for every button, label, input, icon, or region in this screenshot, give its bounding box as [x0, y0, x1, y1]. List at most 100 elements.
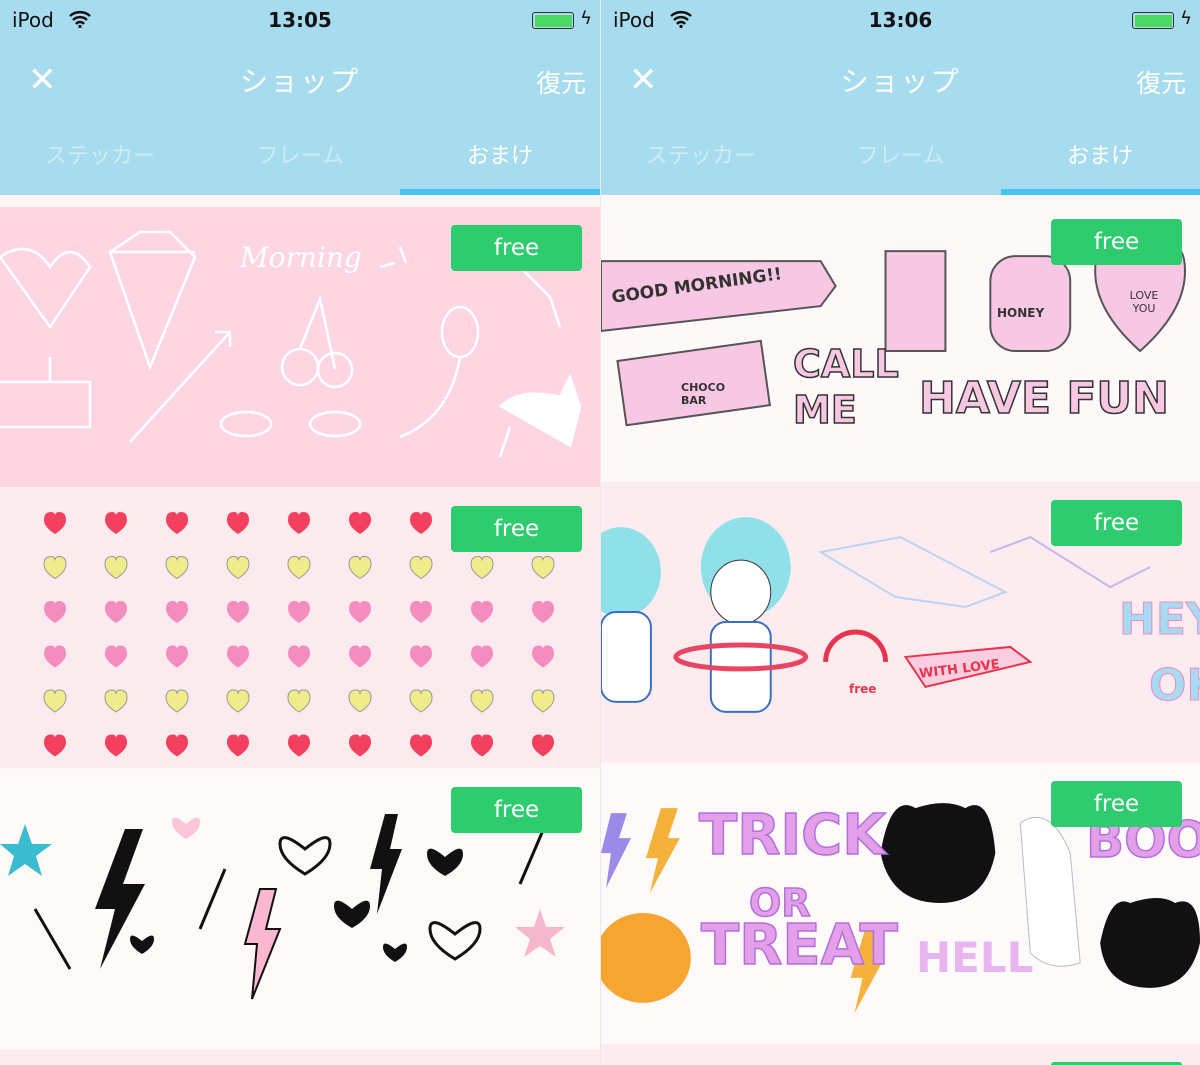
heart-mark	[226, 555, 250, 580]
tab-extras[interactable]: おまけ	[1000, 138, 1200, 170]
art-text: TRICK	[698, 802, 886, 869]
tab-indicator	[1000, 189, 1200, 195]
clock: 13:06	[868, 8, 933, 32]
restore-button[interactable]: 復元	[1136, 64, 1186, 100]
banner-bolts[interactable]: free	[0, 769, 600, 1049]
heart-mark	[409, 555, 433, 580]
tab-frames[interactable]: フレーム	[200, 138, 400, 170]
heart-mark	[44, 734, 66, 757]
free-button[interactable]: free	[1051, 219, 1182, 265]
tab-stickers[interactable]: ステッカー	[601, 138, 801, 170]
battery-icon	[1132, 12, 1174, 29]
heart-mark	[410, 645, 432, 668]
heart-mark	[44, 601, 66, 623]
heart-mark	[349, 645, 371, 668]
header: iPod 13:05 ϟ ✕ ショップ 復元 ステッカー フレーム おまけ	[0, 0, 600, 195]
header: iPod 13:06 ϟ ✕ ショップ 復元 ステッカー フレーム おまけ	[601, 0, 1200, 195]
art-text: HAVE FUN	[918, 372, 1169, 425]
heart-mark	[227, 512, 249, 534]
banner-halloween[interactable]: TRICK OR TREAT HELL BOO! free	[601, 763, 1200, 1043]
heart-mark	[532, 645, 554, 668]
free-button[interactable]: free	[451, 225, 582, 271]
art-text-morning: Morning	[239, 241, 362, 274]
heart-mark	[43, 555, 67, 580]
status-bar: iPod 13:06 ϟ	[601, 6, 1200, 36]
heart-mark	[287, 689, 311, 713]
heart-mark	[288, 512, 310, 534]
heart-mark	[410, 734, 432, 757]
art-text: LOVE YOU	[1129, 289, 1159, 315]
heart-mark	[348, 689, 372, 713]
heart-mark	[105, 512, 127, 534]
free-button[interactable]: free	[451, 506, 582, 552]
heart-mark	[532, 601, 554, 623]
art-text: free	[849, 682, 877, 696]
page-title: ショップ	[840, 65, 961, 98]
free-button[interactable]: free	[1051, 781, 1182, 827]
heart-mark	[227, 645, 249, 668]
heart-mark	[471, 645, 493, 668]
heart-mark	[532, 734, 554, 757]
screen-left: iPod 13:05 ϟ ✕ ショップ 復元 ステッカー フレーム おまけ Mo…	[0, 0, 600, 1065]
heart-mark	[471, 734, 493, 757]
tab-frames[interactable]: フレーム	[801, 138, 1001, 170]
heart-mark	[348, 555, 372, 580]
battery-icon	[532, 12, 574, 29]
heart-mark	[43, 689, 67, 713]
heart-mark	[288, 734, 310, 757]
restore-button[interactable]: 復元	[536, 64, 586, 100]
heart-mark	[470, 689, 494, 713]
heart-mark	[531, 555, 555, 580]
art-text: HELL	[916, 933, 1034, 982]
heart-mark	[226, 689, 250, 713]
heart-mark	[227, 734, 249, 757]
heart-mark	[349, 601, 371, 623]
screen-right: iPod 13:06 ϟ ✕ ショップ 復元 ステッカー フレーム おまけ GO…	[601, 0, 1200, 1065]
art-text: HEY	[1119, 594, 1200, 646]
heart-mark	[104, 689, 128, 713]
free-button[interactable]: free	[1051, 500, 1182, 546]
charging-icon: ϟ	[580, 8, 592, 29]
art-text: OK	[1149, 660, 1200, 712]
banner-hearts[interactable]: free	[0, 488, 600, 768]
banner-doodles[interactable]: Morning free	[0, 207, 600, 487]
heart-mark	[470, 555, 494, 580]
art-text: CALL ME	[792, 341, 899, 433]
banner-girls[interactable]: free WITH LOVE HEY OK free	[601, 482, 1200, 762]
banner-pink-stickers[interactable]: GOOD MORNING!! CALL ME HAVE FUN HONEY CH…	[601, 201, 1200, 481]
heart-mark	[471, 601, 493, 623]
tab-stickers[interactable]: ステッカー	[0, 138, 200, 170]
page-title: ショップ	[239, 65, 360, 98]
heart-mark	[165, 555, 189, 580]
art-text: CHOCO BAR	[681, 381, 726, 407]
charging-icon: ϟ	[1180, 8, 1192, 29]
heart-mark	[288, 601, 310, 623]
banner-next[interactable]	[0, 1050, 600, 1065]
heart-mark	[105, 601, 127, 623]
clock: 13:05	[268, 8, 332, 32]
heart-mark	[105, 645, 127, 668]
heart-mark	[165, 689, 189, 713]
heart-mark	[410, 601, 432, 623]
status-bar: iPod 13:05 ϟ	[0, 6, 600, 36]
heart-mark	[166, 734, 188, 757]
banner-next[interactable]	[601, 1044, 1200, 1065]
tab-indicator	[400, 189, 600, 195]
art-text: HONEY	[997, 306, 1045, 320]
heart-mark	[104, 555, 128, 580]
heart-mark	[44, 512, 66, 534]
heart-mark	[409, 689, 433, 713]
heart-mark	[166, 601, 188, 623]
tab-extras[interactable]: おまけ	[400, 138, 600, 170]
art-text: TREAT	[700, 912, 898, 979]
heart-mark	[288, 645, 310, 668]
heart-mark	[166, 512, 188, 534]
heart-mark	[349, 512, 371, 534]
heart-mark	[105, 734, 127, 757]
free-button[interactable]: free	[451, 787, 582, 833]
heart-mark	[287, 555, 311, 580]
heart-mark	[166, 645, 188, 668]
heart-mark	[227, 601, 249, 623]
heart-mark	[410, 512, 432, 534]
heart-mark	[349, 734, 371, 757]
